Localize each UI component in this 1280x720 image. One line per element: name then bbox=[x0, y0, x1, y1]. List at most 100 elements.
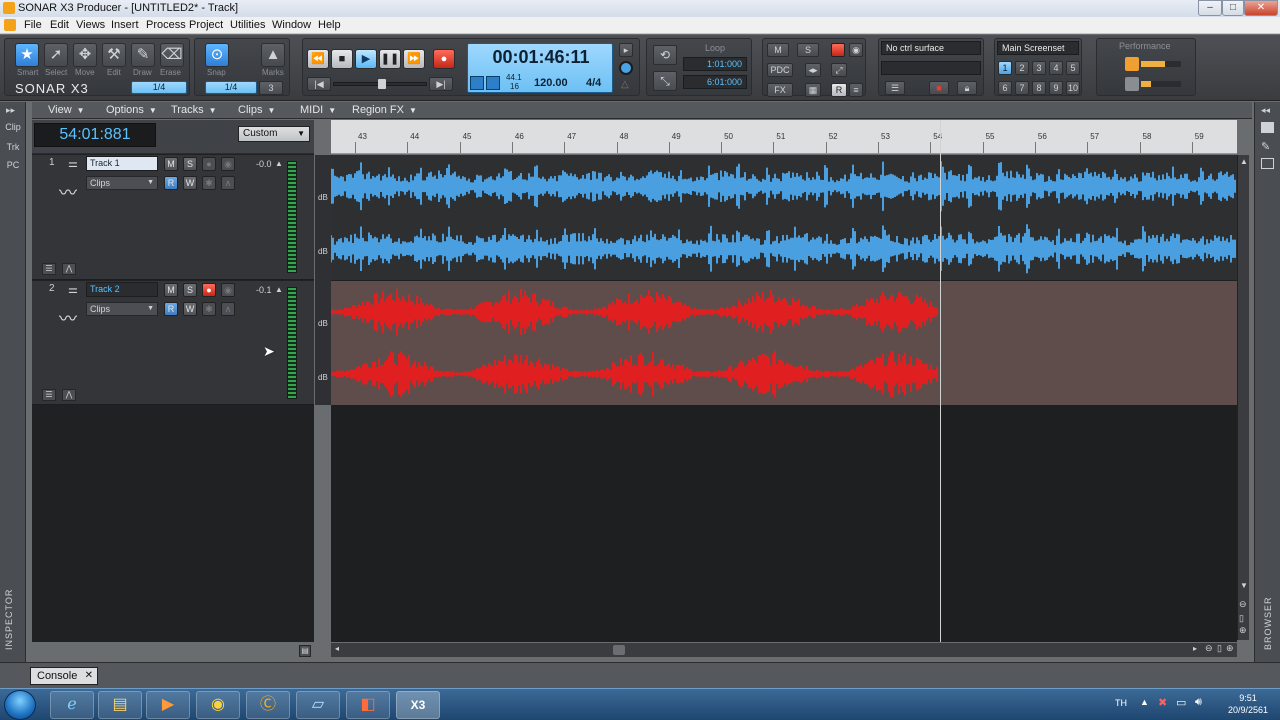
clip-waveform-track-1[interactable] bbox=[330, 155, 1237, 280]
screenset-1[interactable]: 1 bbox=[998, 61, 1012, 75]
fast-forward-button[interactable]: ⏩ bbox=[403, 49, 425, 69]
freeze-button[interactable]: ✱ bbox=[202, 302, 216, 316]
mix-write-icon[interactable]: ≡ bbox=[849, 83, 863, 97]
start-button-icon[interactable] bbox=[4, 690, 36, 720]
timeline-ruler[interactable]: 43 44 45 46 47 48 49 50 51 52 53 54 55 56 57 58 59 bbox=[331, 120, 1237, 154]
mute-button[interactable]: M bbox=[164, 157, 178, 171]
arm-button[interactable]: ● bbox=[202, 283, 216, 297]
metronome-off-icon[interactable]: △ bbox=[621, 79, 629, 90]
read-automation-button[interactable]: R bbox=[164, 176, 178, 190]
maximize-button[interactable]: □ bbox=[1222, 0, 1244, 16]
position-slider-thumb[interactable] bbox=[378, 79, 386, 89]
play-button[interactable]: ▶ bbox=[355, 49, 377, 69]
meter-value[interactable]: 4/4 bbox=[586, 77, 601, 89]
expand-right-icon[interactable]: ◂◂ bbox=[1261, 105, 1270, 116]
scroll-down-icon[interactable]: ▼ bbox=[1240, 581, 1248, 590]
edit-tool-icon[interactable]: ⚒ bbox=[102, 43, 126, 67]
loop-start[interactable]: 1:01:000 bbox=[683, 57, 747, 71]
loop-end[interactable]: 6:01:000 bbox=[683, 75, 747, 89]
track-menu-clips[interactable]: Clips ▼ bbox=[238, 104, 275, 116]
screenset-7[interactable]: 7 bbox=[1015, 81, 1029, 95]
track-volume[interactable]: -0.1 bbox=[256, 285, 272, 295]
time-format-select[interactable]: Custom ▼ bbox=[238, 126, 310, 142]
scroll-right-icon[interactable]: ▸ bbox=[1193, 644, 1197, 653]
transport-time-display[interactable]: 00:01:46:11 44.1 16 120.00 4/4 bbox=[467, 43, 613, 93]
position-slider[interactable] bbox=[333, 79, 427, 89]
media-player-icon[interactable]: ▶ bbox=[146, 691, 190, 719]
zoom-out-horizontal-icon[interactable]: ⊖ bbox=[1205, 643, 1213, 654]
zoom-out-vertical-icon[interactable]: ⊖ bbox=[1239, 599, 1247, 610]
marks-icon[interactable]: ▲ bbox=[261, 43, 285, 67]
track-collapse-icon[interactable]: ☰ bbox=[42, 263, 56, 275]
now-time-marker[interactable] bbox=[940, 120, 941, 642]
go-to-start-button[interactable]: |◀ bbox=[307, 77, 331, 91]
screenset-select[interactable]: Main Screenset bbox=[997, 41, 1079, 55]
office-icon[interactable]: ◧ bbox=[346, 691, 390, 719]
ctrl-surface-list-icon[interactable]: ☰ bbox=[885, 81, 905, 95]
tab-clip[interactable]: Clip bbox=[2, 122, 24, 132]
track-menu-midi[interactable]: MIDI ▼ bbox=[300, 104, 336, 116]
track-automation-icon[interactable]: ⋀ bbox=[62, 389, 76, 401]
track-volume[interactable]: -0.0 bbox=[256, 159, 272, 169]
tempo-value[interactable]: 120.00 bbox=[534, 77, 568, 89]
ie-icon[interactable]: ℯ bbox=[50, 691, 94, 719]
mix-solo-button[interactable]: S bbox=[797, 43, 819, 57]
move-tool-icon[interactable]: ✥ bbox=[73, 43, 97, 67]
solo-button[interactable]: S bbox=[183, 283, 197, 297]
track-menu-options[interactable]: Options ▼ bbox=[106, 104, 157, 116]
menu-edit[interactable]: Edit bbox=[50, 19, 69, 31]
screenset-2[interactable]: 2 bbox=[1015, 61, 1029, 75]
mix-mute-button[interactable]: M bbox=[767, 43, 789, 57]
track-lane-1[interactable] bbox=[330, 155, 1237, 280]
tray-volume-icon[interactable]: 🔊︎ bbox=[1195, 696, 1202, 709]
scroll-up-icon[interactable]: ▲ bbox=[1240, 157, 1248, 166]
chrome-icon[interactable]: ◉ bbox=[196, 691, 240, 719]
mix-input-echo-icon[interactable]: ◉ bbox=[849, 43, 863, 57]
clip-waveform-track-2[interactable] bbox=[331, 281, 1237, 405]
solo-button[interactable]: S bbox=[183, 157, 197, 171]
menu-insert[interactable]: Insert bbox=[111, 19, 139, 31]
mix-read-icon[interactable]: R bbox=[831, 83, 847, 97]
browser-tab[interactable]: BROWSER bbox=[1263, 596, 1273, 650]
draw-tool-icon[interactable]: ✎ bbox=[131, 43, 155, 67]
explorer-icon[interactable]: ▤ bbox=[98, 691, 142, 719]
menu-project[interactable]: Project bbox=[189, 19, 223, 31]
click-icon[interactable] bbox=[486, 76, 500, 90]
pdc-button[interactable]: PDC bbox=[767, 63, 793, 77]
select-tool-icon[interactable]: ➚ bbox=[44, 43, 68, 67]
mute-button[interactable]: M bbox=[164, 283, 178, 297]
zoom-fit-vertical-icon[interactable]: ▯ bbox=[1239, 613, 1244, 624]
close-icon[interactable]: ✕ bbox=[85, 668, 93, 684]
metronome-icon[interactable] bbox=[470, 76, 484, 90]
media-browser-icon[interactable] bbox=[1261, 122, 1274, 133]
menu-help[interactable]: Help bbox=[318, 19, 341, 31]
volume-arrow-icon[interactable]: ▲ bbox=[275, 159, 283, 168]
tool-snap-value[interactable]: 1/4 bbox=[131, 81, 187, 94]
menu-file[interactable]: File bbox=[24, 19, 42, 31]
input-echo-button[interactable]: ◉ bbox=[221, 283, 235, 297]
horizontal-scrollbar[interactable]: ◂ ▸ ⊖ ▯ ⊕ bbox=[331, 643, 1237, 657]
arm-button[interactable]: ● bbox=[202, 157, 216, 171]
language-indicator[interactable]: TH bbox=[1115, 698, 1127, 708]
phase-button[interactable]: ∧ bbox=[221, 176, 235, 190]
track-menu-region-fx[interactable]: Region FX ▼ bbox=[352, 104, 417, 116]
screenset-10[interactable]: 10 bbox=[1066, 81, 1080, 95]
freeze-button[interactable]: ✱ bbox=[202, 176, 216, 190]
pause-button[interactable]: ❚❚ bbox=[379, 49, 401, 69]
inspector-tab[interactable]: INSPECTOR bbox=[4, 589, 14, 650]
snap-resolution[interactable]: 1/4 bbox=[205, 81, 257, 94]
clips-pane[interactable] bbox=[330, 155, 1237, 642]
track-menu-view[interactable]: View ▼ bbox=[48, 104, 85, 116]
screenset-6[interactable]: 6 bbox=[998, 81, 1012, 95]
screenset-4[interactable]: 4 bbox=[1049, 61, 1063, 75]
window-app-icon[interactable]: ▱ bbox=[296, 691, 340, 719]
transport-play-small-icon[interactable]: ▸ bbox=[619, 43, 633, 57]
minimize-button[interactable]: – bbox=[1198, 0, 1222, 16]
mix-automation-icon[interactable]: ⤢ bbox=[831, 63, 847, 77]
close-button[interactable]: ✕ bbox=[1244, 0, 1278, 16]
tray-security-icon[interactable]: ✖ bbox=[1158, 696, 1167, 709]
tab-pc[interactable]: PC bbox=[2, 160, 24, 170]
track-collapse-icon[interactable]: ☰ bbox=[42, 389, 56, 401]
erase-tool-icon[interactable]: ⌫ bbox=[160, 43, 184, 67]
zoom-fit-horizontal-icon[interactable]: ▯ bbox=[1217, 643, 1222, 654]
